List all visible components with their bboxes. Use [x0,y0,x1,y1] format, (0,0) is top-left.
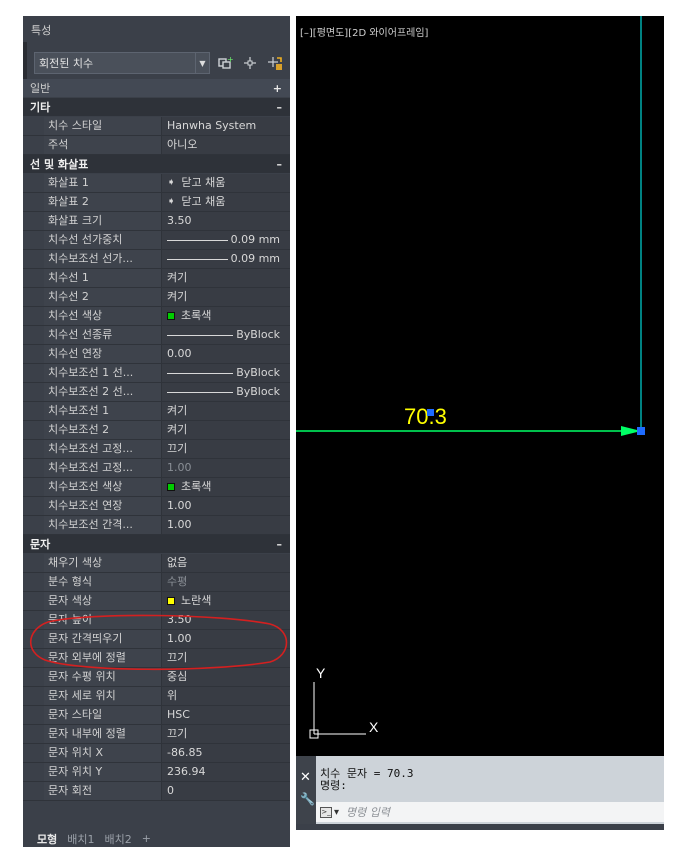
red-annotation-ellipse [29,614,288,671]
